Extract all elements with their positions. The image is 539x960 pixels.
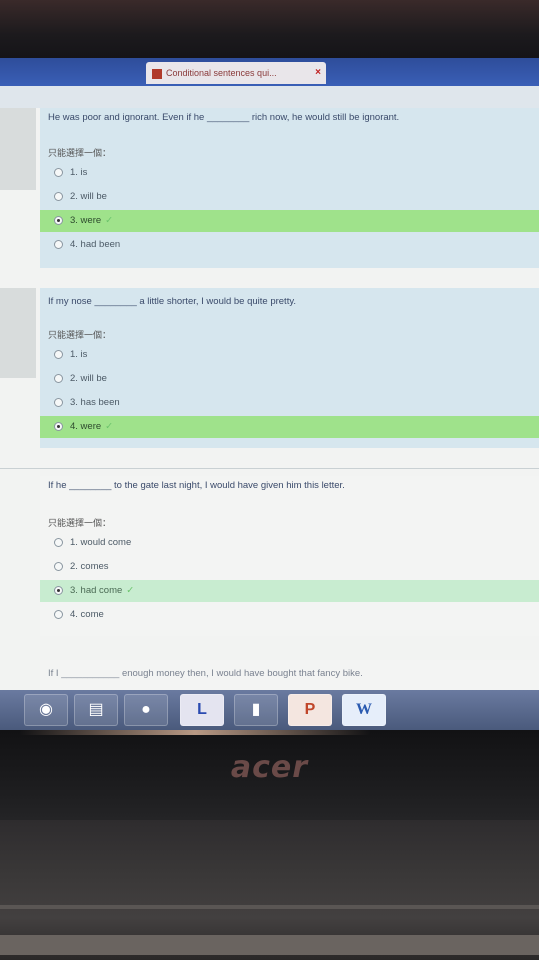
choose-one-prompt: 只能選擇一個： bbox=[48, 148, 112, 158]
option-label: 2. comes bbox=[70, 561, 109, 572]
question-text: He was poor and ignorant. Even if he ___… bbox=[48, 112, 400, 123]
radio-button[interactable] bbox=[54, 350, 63, 359]
answer-option-selected[interactable]: 3. were ✓ bbox=[40, 210, 539, 232]
radio-button[interactable] bbox=[54, 562, 63, 571]
windows-taskbar: ◉ ▤ ● L ▮ P W bbox=[0, 690, 539, 730]
radio-button[interactable] bbox=[54, 374, 63, 383]
option-label: 2. will be bbox=[70, 191, 107, 202]
answer-option-selected[interactable]: 3. had come ✓ bbox=[40, 580, 539, 602]
checkmark-icon: ✓ bbox=[105, 215, 114, 226]
tab-title: Conditional sentences qui... bbox=[166, 68, 277, 78]
radio-button[interactable] bbox=[54, 538, 63, 547]
option-label: 3. has been bbox=[70, 397, 120, 408]
phone-app-icon[interactable]: ▮ bbox=[234, 694, 278, 726]
option-label: 3. had come bbox=[70, 585, 123, 596]
folder-icon[interactable]: ▤ bbox=[74, 694, 118, 726]
option-label: 4. were bbox=[70, 421, 102, 432]
radio-button[interactable] bbox=[54, 610, 63, 619]
answer-option[interactable]: 3. has been bbox=[40, 392, 539, 414]
tab-quiz[interactable]: Conditional sentences qui... × bbox=[146, 62, 326, 84]
question-1: He was poor and ignorant. Even if he ___… bbox=[40, 108, 539, 268]
answer-option[interactable]: 1. would come bbox=[40, 532, 539, 554]
laptop-bezel-top bbox=[0, 0, 539, 58]
laptop-bezel-bottom: acer bbox=[0, 730, 539, 820]
answer-option[interactable]: 2. comes bbox=[40, 556, 539, 578]
powerpoint-icon[interactable]: P bbox=[288, 694, 332, 726]
question-3: If he ________ to the gate last night, I… bbox=[40, 476, 539, 636]
checkmark-icon: ✓ bbox=[126, 585, 135, 596]
browser-tab-bar: Conditional sentences qui... × bbox=[0, 58, 539, 86]
checkmark-icon: ✓ bbox=[105, 421, 114, 432]
answer-option[interactable]: 1. is bbox=[40, 344, 539, 366]
answer-option[interactable]: 4. had been bbox=[40, 234, 539, 256]
radio-button-checked[interactable] bbox=[54, 216, 63, 225]
word-icon[interactable]: W bbox=[342, 694, 386, 726]
tab-close-icon[interactable]: × bbox=[315, 62, 321, 84]
option-label: 1. is bbox=[70, 167, 88, 178]
option-label: 1. would come bbox=[70, 537, 132, 548]
option-label: 3. were bbox=[70, 215, 102, 226]
screen-edge-glare bbox=[20, 730, 370, 735]
answer-option-selected[interactable]: 4. were ✓ bbox=[40, 416, 539, 438]
option-label: 4. had been bbox=[70, 239, 121, 250]
question-text: If my nose ________ a little shorter, I … bbox=[48, 296, 297, 307]
radio-button-checked[interactable] bbox=[54, 422, 63, 431]
answer-option[interactable]: 2. will be bbox=[40, 186, 539, 208]
question-text: If I ___________ enough money then, I wo… bbox=[48, 668, 363, 679]
choose-one-prompt: 只能選擇一個： bbox=[48, 330, 112, 340]
answer-option[interactable]: 4. come bbox=[40, 604, 539, 626]
radio-button[interactable] bbox=[54, 398, 63, 407]
media-player-icon[interactable]: ● bbox=[124, 694, 168, 726]
firefox-icon[interactable]: ◉ bbox=[24, 694, 68, 726]
library-icon[interactable]: L bbox=[180, 694, 224, 726]
laptop-front-edge bbox=[0, 935, 539, 955]
laptop-screen: Conditional sentences qui... × He was po… bbox=[0, 58, 539, 730]
browser-toolbar bbox=[0, 86, 539, 109]
question-text: If he ________ to the gate last night, I… bbox=[48, 480, 345, 491]
option-label: 4. come bbox=[70, 609, 104, 620]
question-2: If my nose ________ a little shorter, I … bbox=[40, 288, 539, 448]
radio-button[interactable] bbox=[54, 240, 63, 249]
question-nav-strip bbox=[0, 288, 36, 378]
brand-logo: acer bbox=[230, 750, 309, 785]
answer-option[interactable]: 1. is bbox=[40, 162, 539, 184]
answer-option[interactable]: 2. will be bbox=[40, 368, 539, 390]
question-nav-strip bbox=[0, 108, 36, 190]
tab-favicon-icon bbox=[152, 68, 162, 79]
radio-button-checked[interactable] bbox=[54, 586, 63, 595]
option-label: 2. will be bbox=[70, 373, 107, 384]
laptop-hinge bbox=[0, 905, 539, 909]
radio-button[interactable] bbox=[54, 192, 63, 201]
divider bbox=[0, 468, 539, 469]
choose-one-prompt: 只能選擇一個： bbox=[48, 518, 112, 528]
radio-button[interactable] bbox=[54, 168, 63, 177]
quiz-page: He was poor and ignorant. Even if he ___… bbox=[0, 108, 539, 708]
option-label: 1. is bbox=[70, 349, 88, 360]
